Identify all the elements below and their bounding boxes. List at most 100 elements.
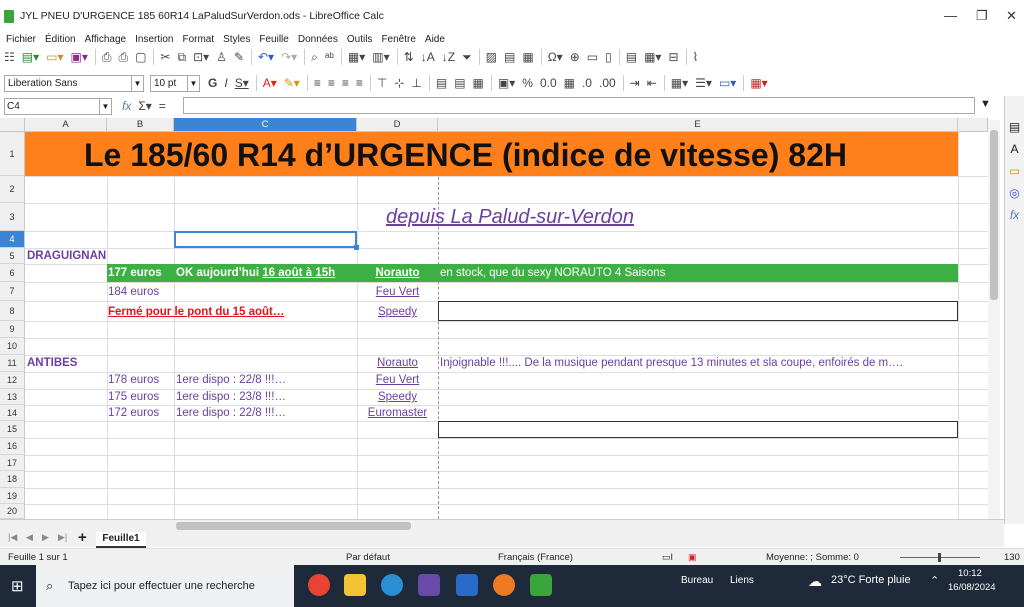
underline-icon[interactable]: S▾ bbox=[235, 74, 249, 92]
close-button[interactable]: ✕ bbox=[1006, 8, 1017, 24]
navigator-icon[interactable]: ◎ bbox=[1005, 186, 1024, 208]
row-header[interactable]: 13 bbox=[0, 389, 25, 405]
taskbar-search[interactable]: ⌕ Tapez ici pour effectuer une recherche bbox=[36, 565, 294, 607]
currency-format-icon[interactable]: ▣▾ bbox=[498, 74, 515, 92]
font-size-select[interactable]: 10 pt ▼ bbox=[150, 74, 200, 92]
edge-icon[interactable] bbox=[381, 574, 403, 596]
chrome-icon[interactable] bbox=[308, 574, 330, 596]
row-icon[interactable]: ▦▾ bbox=[348, 48, 365, 66]
sort-ascending-icon[interactable]: ↓A bbox=[421, 48, 435, 66]
add-decimal-icon[interactable]: .0 bbox=[582, 74, 592, 92]
save-icon[interactable]: ▣▾ bbox=[71, 48, 88, 66]
menu-aide[interactable]: Aide bbox=[425, 34, 445, 45]
formula-input[interactable] bbox=[183, 97, 975, 114]
restore-button[interactable]: ❐ bbox=[976, 8, 988, 24]
cut-icon[interactable]: ✂ bbox=[160, 48, 170, 66]
row-header[interactable]: 10 bbox=[0, 338, 25, 355]
section-draguignan[interactable]: DRAGUIGNAN bbox=[27, 248, 106, 264]
justify-icon[interactable]: ≡ bbox=[356, 74, 363, 92]
styles-icon[interactable]: A bbox=[1005, 142, 1024, 164]
image-icon[interactable]: ▨ bbox=[486, 48, 497, 66]
open-folder-icon[interactable]: ▭▾ bbox=[46, 48, 63, 66]
menu-styles[interactable]: Styles bbox=[223, 34, 250, 45]
clone-format-icon[interactable]: ♙ bbox=[216, 48, 227, 66]
center-vertically-icon[interactable]: ⊹ bbox=[394, 74, 404, 92]
undo-icon[interactable]: ↶▾ bbox=[258, 48, 274, 66]
row-header[interactable]: 14 bbox=[0, 405, 25, 421]
sidebar-toggle-icon[interactable]: ☷ bbox=[4, 48, 15, 66]
column-header-b[interactable]: B bbox=[107, 118, 174, 132]
gallery-icon[interactable]: ▭ bbox=[1005, 164, 1024, 186]
menu-feuille[interactable]: Feuille bbox=[259, 34, 288, 45]
expand-formula-icon[interactable]: ▼ bbox=[980, 98, 991, 110]
percent-format-icon[interactable]: % bbox=[522, 74, 533, 92]
column-header-a[interactable]: A bbox=[25, 118, 107, 132]
align-bottom-icon[interactable]: ⊥ bbox=[411, 74, 421, 92]
column-header-f[interactable] bbox=[958, 118, 988, 132]
define-print-area-icon[interactable]: ▤ bbox=[626, 48, 637, 66]
border-color-icon[interactable]: ▭▾ bbox=[719, 74, 736, 92]
row-header[interactable]: 5 bbox=[0, 248, 25, 264]
language[interactable]: Français (France) bbox=[498, 549, 573, 566]
fill-handle[interactable] bbox=[354, 245, 359, 250]
row-header[interactable]: 11 bbox=[0, 355, 25, 372]
menu-outils[interactable]: Outils bbox=[347, 34, 373, 45]
row-header[interactable]: 4 bbox=[0, 231, 25, 248]
document-modified-icon[interactable]: ▣ bbox=[688, 549, 697, 566]
unmerge-cells-icon[interactable]: ▦ bbox=[473, 74, 484, 92]
availability-r14[interactable]: 1ere dispo : 22/8 !!!… bbox=[176, 405, 286, 421]
chart-icon[interactable]: ▤ bbox=[504, 48, 515, 66]
section-antibes[interactable]: ANTIBES bbox=[27, 355, 77, 371]
row-header[interactable]: 9 bbox=[0, 321, 25, 338]
row-header[interactable]: 8 bbox=[0, 301, 25, 321]
bordered-cell-e15[interactable] bbox=[438, 421, 958, 438]
store-r13[interactable]: Speedy bbox=[357, 389, 438, 405]
vertical-scrollbar[interactable] bbox=[988, 120, 1000, 520]
paste-icon[interactable]: ⊡▾ bbox=[193, 48, 209, 66]
export-pdf-icon[interactable]: ⎙ bbox=[102, 48, 112, 66]
weather-text[interactable]: 23°C Forte pluie bbox=[831, 574, 911, 586]
formula-equals-icon[interactable]: = bbox=[159, 97, 166, 115]
decrease-indent-icon[interactable]: ⇤ bbox=[647, 74, 657, 92]
split-window-icon[interactable]: ⊟ bbox=[668, 48, 678, 66]
properties-icon[interactable]: ▤ bbox=[1005, 120, 1024, 142]
bold-icon[interactable]: G bbox=[208, 74, 217, 92]
sheet-title[interactable]: Le 185/60 R14 d’URGENCE (indice de vites… bbox=[84, 138, 847, 172]
special-character-icon[interactable]: Ω▾ bbox=[548, 48, 563, 66]
availability-r12[interactable]: 1ere dispo : 22/8 !!!… bbox=[176, 372, 286, 388]
redo-icon[interactable]: ↷▾ bbox=[281, 48, 297, 66]
menu-insertion[interactable]: Insertion bbox=[135, 34, 173, 45]
spreadsheet-grid[interactable]: A B C D E 1 2 3 4 5 6 7 8 9 10 11 12 13 … bbox=[0, 118, 988, 519]
sort-icon[interactable]: ⇅ bbox=[404, 48, 414, 66]
availability-r6[interactable]: OK aujourd’hui 16 août à 15h bbox=[176, 265, 335, 281]
note-r11[interactable]: Injoignable !!!.... De la musique pendan… bbox=[440, 355, 903, 371]
merge-cells-icon[interactable]: ▤ bbox=[454, 74, 465, 92]
app-icon[interactable] bbox=[418, 574, 440, 596]
row-header[interactable]: 2 bbox=[0, 176, 25, 203]
store-r8[interactable]: Speedy bbox=[357, 304, 438, 320]
weather-icon[interactable]: ☁ bbox=[808, 573, 822, 590]
highlight-color-icon[interactable]: ✎▾ bbox=[284, 74, 300, 92]
store-r7[interactable]: Feu Vert bbox=[357, 284, 438, 300]
sum-icon[interactable]: Σ▾ bbox=[138, 97, 151, 115]
conditional-format-icon[interactable]: ▦▾ bbox=[750, 74, 767, 92]
new-icon[interactable]: ▤▾ bbox=[22, 48, 39, 66]
menu-donnees[interactable]: Données bbox=[298, 34, 338, 45]
spelling-icon[interactable]: ᵃᵇ bbox=[325, 48, 334, 66]
selection-mode-icon[interactable]: ▭I bbox=[662, 549, 673, 566]
row-header[interactable]: 19 bbox=[0, 488, 25, 504]
column-header-d[interactable]: D bbox=[357, 118, 438, 132]
comment-icon[interactable]: ▭ bbox=[587, 48, 598, 66]
find-replace-icon[interactable]: ⌕ bbox=[311, 48, 318, 66]
print-icon[interactable]: ⎙ bbox=[119, 48, 129, 66]
wrap-text-icon[interactable]: ▤ bbox=[436, 74, 447, 92]
functions-icon[interactable]: fx bbox=[1005, 208, 1024, 230]
column-header-c[interactable]: C bbox=[174, 118, 357, 132]
number-format-icon[interactable]: 0.0 bbox=[540, 74, 557, 92]
select-all-corner[interactable] bbox=[0, 118, 25, 132]
header-footer-icon[interactable]: ▯ bbox=[605, 48, 612, 66]
menu-fichier[interactable]: Fichier bbox=[6, 34, 36, 45]
scrollbar-thumb[interactable] bbox=[990, 130, 998, 300]
row-header[interactable]: 20 bbox=[0, 504, 25, 519]
minimize-button[interactable]: — bbox=[944, 8, 957, 23]
